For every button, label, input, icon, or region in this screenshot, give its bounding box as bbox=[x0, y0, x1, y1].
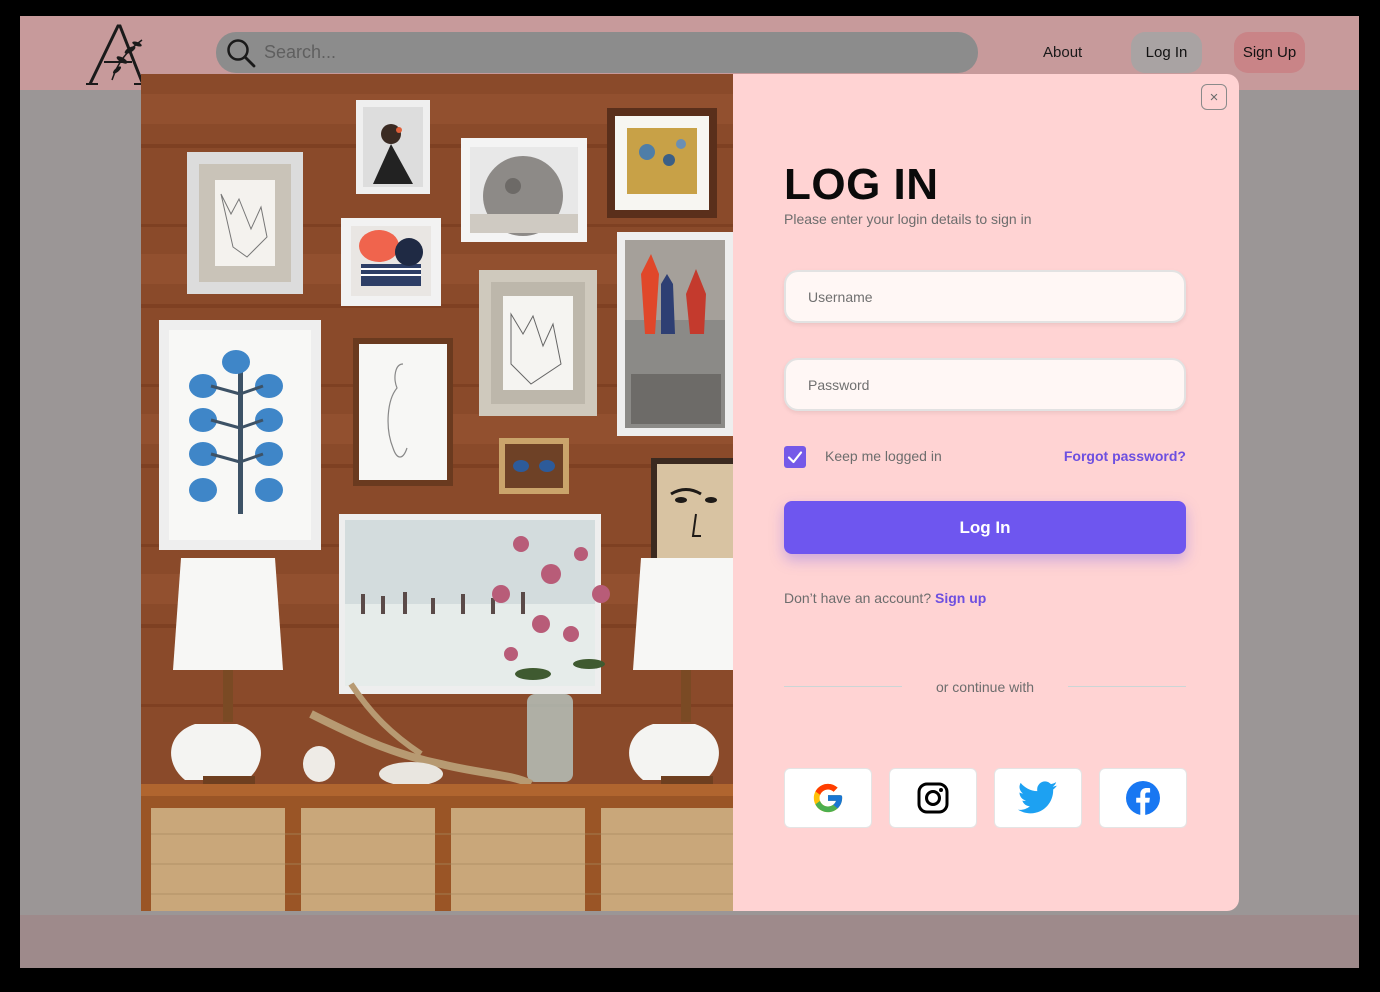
instagram-login-button[interactable] bbox=[889, 768, 977, 828]
nav-link-about[interactable]: About bbox=[1043, 44, 1082, 61]
remember-checkbox[interactable] bbox=[784, 446, 806, 468]
search-bar[interactable]: Search... bbox=[216, 32, 978, 73]
facebook-icon bbox=[1126, 781, 1160, 815]
google-icon bbox=[813, 783, 843, 813]
login-title: LOG IN bbox=[784, 160, 939, 209]
signup-link[interactable]: Sign up bbox=[935, 590, 986, 606]
login-subtitle: Please enter your login details to sign … bbox=[784, 211, 1032, 227]
divider-line-right bbox=[1068, 686, 1186, 687]
login-modal: × LOG IN Please enter your login details… bbox=[141, 74, 1239, 911]
no-account-text: Don’t have an account? bbox=[784, 590, 932, 606]
nav-signup-button[interactable]: Sign Up bbox=[1234, 32, 1305, 73]
gallery-wall-photo bbox=[141, 74, 733, 911]
twitter-login-button[interactable] bbox=[994, 768, 1082, 828]
footer-bar bbox=[20, 915, 1359, 968]
facebook-login-button[interactable] bbox=[1099, 768, 1187, 828]
close-icon[interactable]: × bbox=[1201, 84, 1227, 110]
instagram-icon bbox=[917, 782, 949, 814]
forgot-password-link[interactable]: Forgot password? bbox=[1064, 448, 1186, 464]
nav-login-button[interactable]: Log In bbox=[1131, 32, 1202, 73]
login-panel: × LOG IN Please enter your login details… bbox=[733, 74, 1239, 911]
divider-text: or continue with bbox=[935, 679, 1035, 695]
divider-line-left bbox=[784, 686, 902, 687]
checkmark-icon bbox=[787, 451, 803, 464]
search-placeholder: Search... bbox=[264, 42, 337, 62]
twitter-icon bbox=[1018, 781, 1058, 814]
search-icon bbox=[227, 38, 256, 67]
app-window: Search... About Log In Sign Up × LOG IN … bbox=[20, 16, 1359, 968]
google-login-button[interactable] bbox=[784, 768, 872, 828]
username-input[interactable] bbox=[784, 270, 1186, 323]
remember-label: Keep me logged in bbox=[825, 448, 942, 464]
password-input[interactable] bbox=[784, 358, 1186, 411]
login-submit-button[interactable]: Log In bbox=[784, 501, 1186, 554]
signup-prompt: Don’t have an account? Sign up bbox=[784, 590, 986, 606]
